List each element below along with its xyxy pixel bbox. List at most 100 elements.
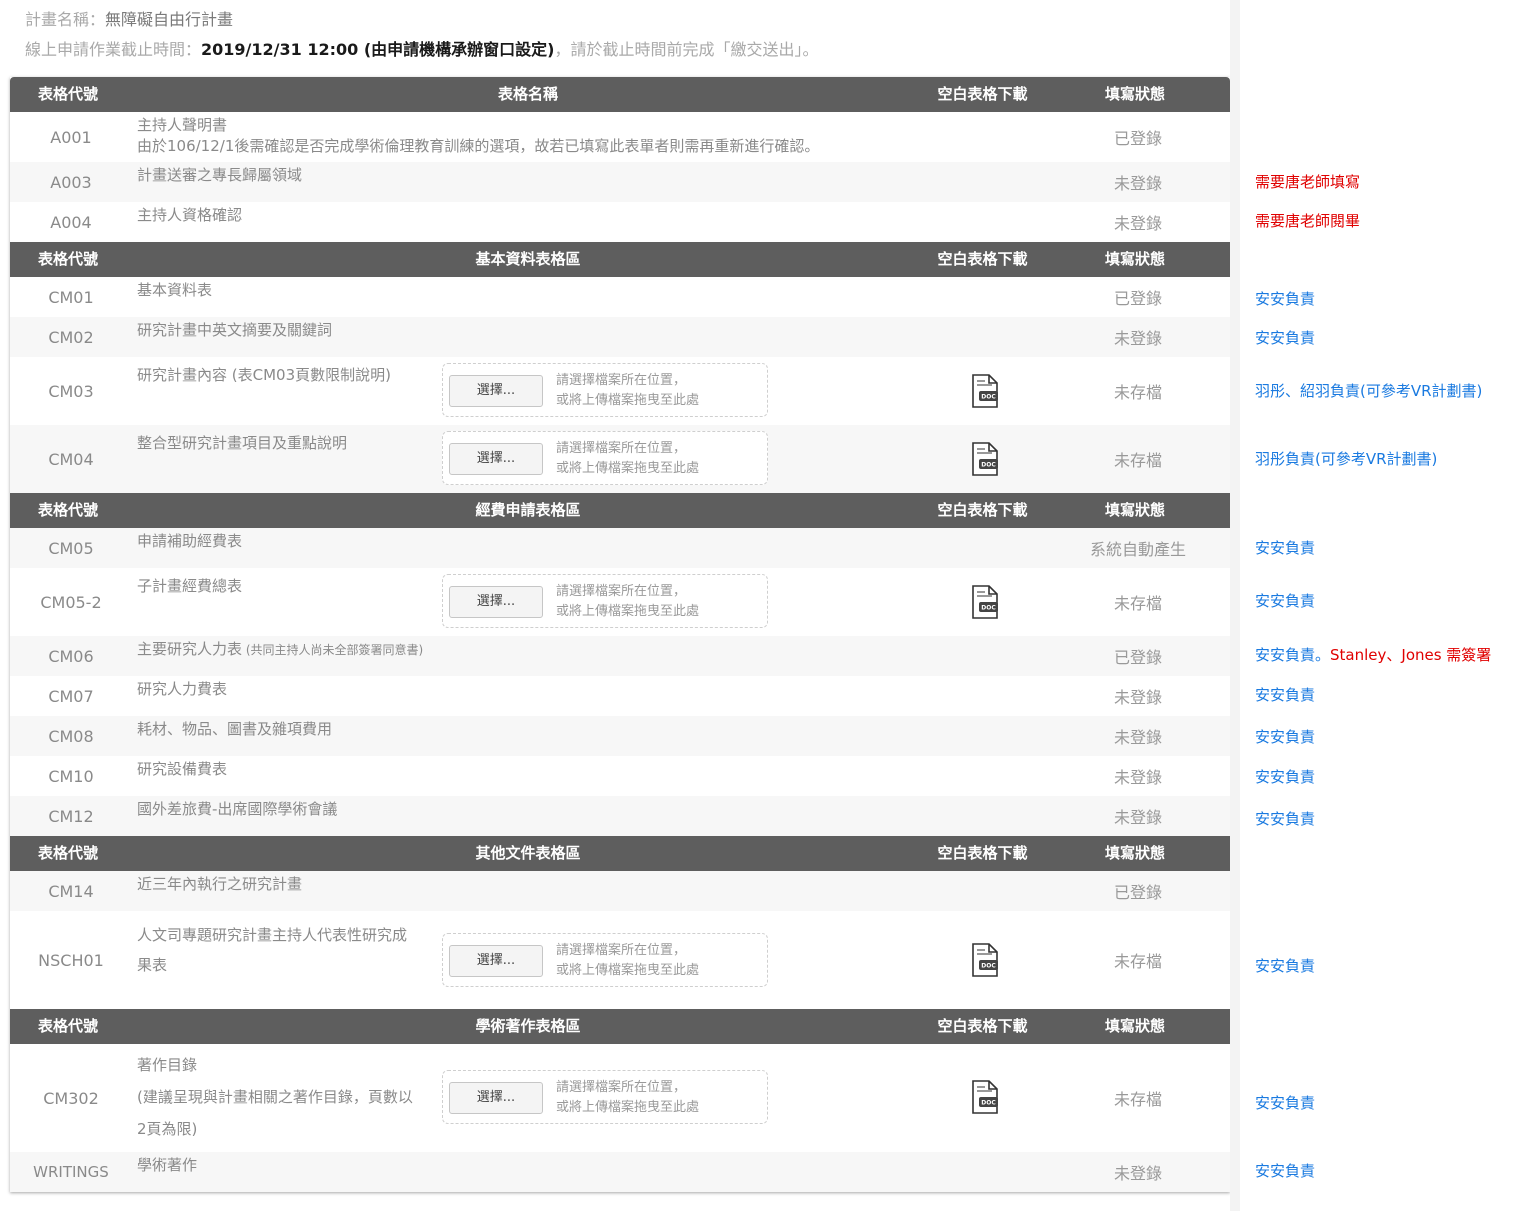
form-code: CM02 — [48, 327, 94, 347]
form-code: CM302 — [43, 1088, 99, 1108]
file-upload-zone[interactable]: 選擇... 請選擇檔案所在位置， 或將上傳檔案拖曳至此處 — [442, 431, 768, 485]
choose-file-button[interactable]: 選擇... — [449, 375, 543, 407]
form-name[interactable]: 主持人聲明書 由於106/12/1後需確認是否完成學術倫理教育訓練的選項，故若已… — [137, 115, 819, 157]
form-code: CM08 — [48, 726, 94, 746]
note-writings: 安安負責 — [1255, 1162, 1316, 1180]
form-status: 未登錄 — [1113, 329, 1162, 348]
form-name[interactable]: 研究計畫中英文摘要及關鍵詞 — [137, 320, 332, 341]
form-name-line1[interactable]: 人文司專題研究計畫主持人代表性研究成 — [137, 920, 407, 950]
form-code: CM01 — [48, 287, 94, 307]
svg-text:DOC: DOC — [981, 394, 996, 401]
form-code: CM03 — [48, 381, 94, 401]
table-row: CM302 著作目錄 (建議呈現與計畫相關之著作目錄，頁數以 2頁為限) 選擇.… — [10, 1044, 1230, 1152]
table-row: WRITINGS 學術著作 未登錄 — [10, 1152, 1230, 1192]
form-name-line1[interactable]: 主持人聲明書 — [137, 115, 819, 136]
form-status: 未登錄 — [1113, 728, 1162, 747]
form-name-line1[interactable]: 著作目錄 — [137, 1049, 413, 1081]
note-cm10: 安安負責 — [1255, 768, 1316, 786]
form-code: CM12 — [48, 806, 94, 826]
form-name-line2[interactable]: 果表 — [137, 950, 407, 980]
table-row: CM06 主要研究人力表 (共同主持人尚未全部簽署同意書) 已登錄 — [10, 636, 1230, 676]
form-name[interactable]: 主持人資格確認 — [137, 205, 242, 226]
form-code: CM04 — [48, 449, 94, 469]
form-code: CM05 — [48, 538, 94, 558]
form-name[interactable]: 人文司專題研究計畫主持人代表性研究成 果表 — [137, 920, 407, 980]
form-name-text[interactable]: 主要研究人力表 — [137, 640, 242, 658]
choose-file-button[interactable]: 選擇... — [449, 945, 543, 977]
form-name[interactable]: 著作目錄 (建議呈現與計畫相關之著作目錄，頁數以 2頁為限) — [137, 1049, 413, 1145]
form-name[interactable]: 國外差旅費-出席國際學術會議 — [137, 799, 337, 820]
upload-hint: 請選擇檔案所在位置， 或將上傳檔案拖曳至此處 — [556, 1078, 699, 1118]
file-upload-zone[interactable]: 選擇... 請選擇檔案所在位置， 或將上傳檔案拖曳至此處 — [442, 1070, 768, 1124]
section-header: 表格代號 經費申請表格區 空白表格下載 填寫狀態 — [10, 493, 1230, 528]
form-name[interactable]: 子計畫經費總表 — [137, 576, 242, 597]
file-upload-zone[interactable]: 選擇... 請選擇檔案所在位置， 或將上傳檔案拖曳至此處 — [442, 574, 768, 628]
section-header: 表格代號 學術著作表格區 空白表格下載 填寫狀態 — [10, 1009, 1230, 1044]
doc-download-icon[interactable]: DOC — [970, 374, 1000, 408]
upload-hint: 請選擇檔案所在位置， 或將上傳檔案拖曳至此處 — [556, 582, 699, 622]
form-name[interactable]: 學術著作 — [137, 1155, 197, 1176]
note-cm06: 安安負責。Stanley、Jones 需簽署 — [1255, 644, 1491, 665]
form-name[interactable]: 基本資料表 — [137, 280, 212, 301]
file-upload-zone[interactable]: 選擇... 請選擇檔案所在位置， 或將上傳檔案拖曳至此處 — [442, 363, 768, 417]
upload-hint-line1: 請選擇檔案所在位置， — [556, 943, 687, 958]
header-status: 填寫狀態 — [1104, 501, 1165, 519]
table-row: CM07 研究人力費表 未登錄 — [10, 676, 1230, 716]
note-cm12: 安安負責 — [1255, 810, 1316, 828]
form-name-line2: (建議呈現與計畫相關之著作目錄，頁數以 — [137, 1088, 413, 1106]
header-status: 填寫狀態 — [1104, 844, 1165, 862]
table-row: CM10 研究設備費表 未登錄 — [10, 756, 1230, 796]
header-download: 空白表格下載 — [937, 1017, 1028, 1035]
doc-download-icon[interactable]: DOC — [970, 585, 1000, 619]
section-header: 表格代號 基本資料表格區 空白表格下載 填寫狀態 — [10, 242, 1230, 277]
table-row: A001 主持人聲明書 由於106/12/1後需確認是否完成學術倫理教育訓練的選… — [10, 112, 1230, 162]
deadline-suffix: ，請於截止時間前完成「繳交送出」。 — [554, 40, 819, 59]
main-panel: 計畫名稱：無障礙自由行計畫 線上申請作業截止時間：2019/12/31 12:0… — [0, 0, 1240, 1211]
form-name[interactable]: 整合型研究計畫項目及重點說明 — [137, 433, 347, 454]
choose-file-button[interactable]: 選擇... — [449, 586, 543, 618]
form-name[interactable]: 計畫送審之專長歸屬領域 — [137, 165, 302, 186]
form-name-line3: 2頁為限) — [137, 1120, 198, 1138]
choose-file-button[interactable]: 選擇... — [449, 1082, 543, 1114]
upload-hint: 請選擇檔案所在位置， 或將上傳檔案拖曳至此處 — [556, 439, 699, 479]
form-name[interactable]: 近三年內執行之研究計畫 — [137, 874, 302, 895]
form-status: 未登錄 — [1113, 1164, 1162, 1183]
table-row: CM08 耗材、物品、圖書及雜項費用 未登錄 — [10, 716, 1230, 756]
header-code: 表格代號 — [38, 85, 99, 103]
header-download: 空白表格下載 — [937, 85, 1028, 103]
form-status: 未存檔 — [1113, 383, 1162, 402]
table-row: CM01 基本資料表 已登錄 — [10, 277, 1230, 317]
header-download: 空白表格下載 — [937, 501, 1028, 519]
form-code: CM14 — [48, 881, 94, 901]
form-status: 未登錄 — [1113, 808, 1162, 827]
table-row: CM03 研究計畫內容 (表CM03頁數限制說明) 選擇... 請選擇檔案所在位… — [10, 357, 1230, 425]
form-name[interactable]: 研究人力費表 — [137, 679, 227, 700]
note-cm02: 安安負責 — [1255, 329, 1316, 347]
header-code: 表格代號 — [38, 250, 99, 268]
header-code: 表格代號 — [38, 844, 99, 862]
form-status: 未登錄 — [1113, 174, 1162, 193]
form-name[interactable]: 主要研究人力表 (共同主持人尚未全部簽署同意書) — [137, 639, 423, 661]
form-status: 未存檔 — [1113, 952, 1162, 971]
doc-download-icon[interactable]: DOC — [970, 1080, 1000, 1114]
doc-download-icon[interactable]: DOC — [970, 442, 1000, 476]
doc-download-icon[interactable]: DOC — [970, 943, 1000, 977]
deadline-label: 線上申請作業截止時間： — [25, 40, 202, 59]
form-code: WRITINGS — [33, 1163, 109, 1181]
form-name[interactable]: 申請補助經費表 — [137, 531, 242, 552]
table-row: A004 主持人資格確認 未登錄 — [10, 202, 1230, 242]
choose-file-button[interactable]: 選擇... — [449, 443, 543, 475]
form-name[interactable]: 研究設備費表 — [137, 759, 227, 780]
upload-hint-line1: 請選擇檔案所在位置， — [556, 1080, 687, 1095]
form-name[interactable]: 研究計畫內容 (表CM03頁數限制說明) — [137, 365, 391, 386]
project-info: 計畫名稱：無障礙自由行計畫 — [25, 6, 233, 30]
form-code: CM07 — [48, 686, 94, 706]
header-code: 表格代號 — [38, 1017, 99, 1035]
section-header: 表格代號 其他文件表格區 空白表格下載 填寫狀態 — [10, 836, 1230, 871]
deadline-value: 2019/12/31 12:00 (由申請機構承辦窗口設定) — [201, 40, 555, 59]
form-name[interactable]: 耗材、物品、圖書及雜項費用 — [137, 719, 332, 740]
table-row: NSCH01 人文司專題研究計畫主持人代表性研究成 果表 選擇... 請選擇檔案… — [10, 911, 1230, 1009]
file-upload-zone[interactable]: 選擇... 請選擇檔案所在位置， 或將上傳檔案拖曳至此處 — [442, 933, 768, 987]
project-label: 計畫名稱： — [25, 10, 106, 29]
svg-text:DOC: DOC — [981, 605, 996, 612]
